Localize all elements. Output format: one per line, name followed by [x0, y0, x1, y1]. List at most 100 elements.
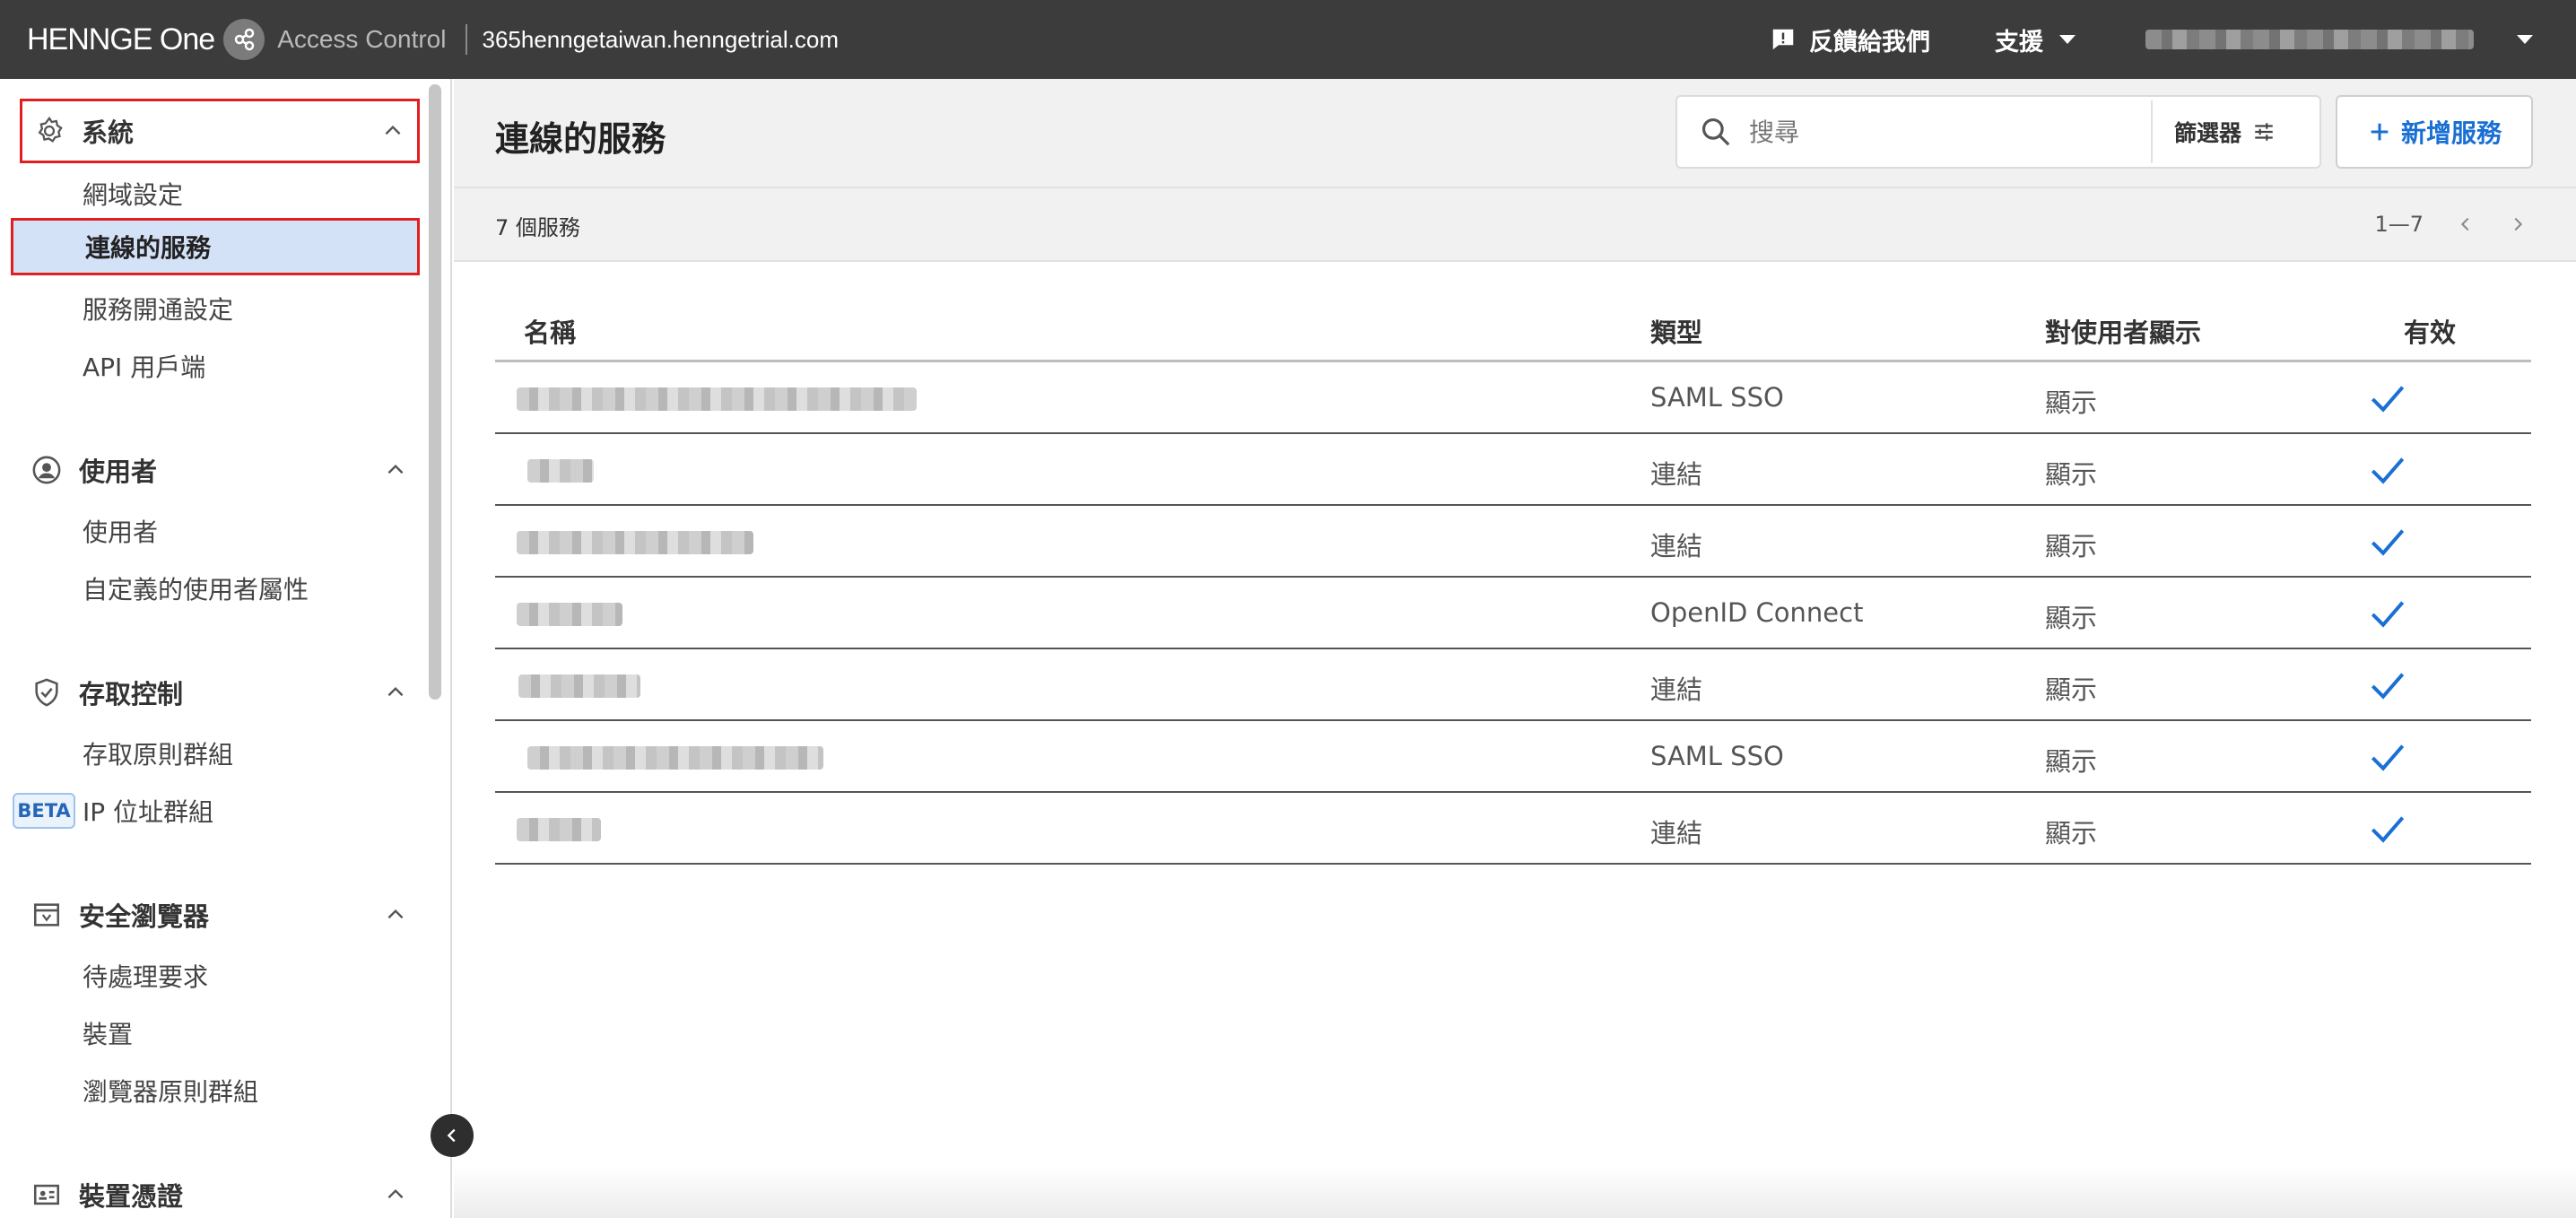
sidebar-group-users[interactable]: 使用者 — [20, 438, 420, 502]
table-row[interactable]: SAML SSO 顯示 — [495, 362, 2531, 434]
user-menu[interactable] — [2145, 30, 2533, 49]
table-row[interactable]: OpenID Connect 顯示 — [495, 578, 2531, 649]
sliders-icon — [2255, 123, 2273, 141]
table-header-row: 名稱 類型 對使用者顯示 有效 — [495, 292, 2531, 362]
service-type: 連結 — [1650, 674, 1703, 705]
service-name-blurred[interactable] — [518, 674, 640, 698]
sidebar-item-provisioning[interactable]: 服務開通設定 — [11, 280, 420, 337]
check-icon — [2371, 816, 2405, 843]
chevron-right-icon — [2514, 217, 2523, 231]
check-icon — [2371, 386, 2405, 413]
brand-logo: HENNGE One — [27, 22, 215, 57]
sidebar-item-devices[interactable]: 裝置 — [11, 1005, 420, 1062]
service-type: 連結 — [1650, 531, 1703, 561]
service-type: SAML SSO — [1650, 741, 1784, 771]
next-page-button[interactable] — [2508, 214, 2528, 234]
sidebar-item-connected-services[interactable]: 連線的服務 — [11, 218, 420, 275]
add-service-label: 新增服務 — [2400, 118, 2502, 148]
service-name-blurred[interactable] — [517, 531, 753, 554]
main-content: 連線的服務 篩選器 新增服務 7 個服務 1—7 — [454, 79, 2576, 1218]
chevron-left-icon — [447, 1128, 456, 1143]
sidebar-group-access-control[interactable]: 存取控制 — [20, 660, 420, 725]
column-header-enabled[interactable]: 有效 — [2404, 312, 2456, 350]
column-header-name[interactable]: 名稱 — [524, 312, 576, 350]
user-name-blurred — [2145, 30, 2474, 49]
support-label: 支援 — [1995, 28, 2043, 57]
plus-icon — [2371, 123, 2389, 141]
table-row[interactable]: 連結 顯示 — [495, 434, 2531, 506]
sidebar-item-pending-requests[interactable]: 待處理要求 — [11, 947, 420, 1005]
sidebar-item-users[interactable]: 使用者 — [11, 502, 420, 560]
sidebar-group-label: 裝置憑證 — [79, 1181, 184, 1212]
check-icon — [2371, 529, 2405, 556]
bottom-shadow — [454, 1166, 2576, 1218]
chevron-down-icon — [2059, 35, 2076, 44]
table-row[interactable]: 連結 顯示 — [495, 793, 2531, 865]
sidebar-item-access-policy-groups[interactable]: 存取原則群組 — [11, 725, 420, 782]
results-bar: 7 個服務 1—7 — [454, 188, 2576, 262]
filter-label: 篩選器 — [2174, 120, 2242, 146]
sidebar-item-domain-settings[interactable]: 網域設定 — [11, 165, 420, 222]
feedback-label: 反饋給我們 — [1809, 28, 1930, 57]
table-row[interactable]: SAML SSO 顯示 — [495, 721, 2531, 793]
service-visibility: 顯示 — [2045, 746, 2098, 777]
page-header: 連線的服務 篩選器 新增服務 — [454, 79, 2576, 188]
top-bar: HENNGE One Access Control 365henngetaiwa… — [0, 0, 2576, 79]
sidebar-scrollbar[interactable] — [429, 84, 441, 700]
browser-window-icon — [30, 899, 63, 931]
brand[interactable]: HENNGE One Access Control 365henngetaiwa… — [27, 16, 839, 63]
table-row[interactable]: 連結 顯示 — [495, 506, 2531, 578]
chevron-up-icon — [387, 909, 404, 919]
prev-page-button[interactable] — [2456, 214, 2476, 234]
service-name-blurred[interactable] — [517, 603, 622, 626]
support-menu[interactable]: 支援 — [1995, 22, 2076, 57]
service-name-blurred[interactable] — [527, 746, 823, 770]
service-count: 7 個服務 — [495, 215, 580, 240]
sidebar-group-label: 系統 — [82, 117, 135, 148]
id-card-icon — [30, 1179, 63, 1211]
page-title: 連線的服務 — [495, 119, 666, 159]
add-service-button[interactable]: 新增服務 — [2336, 95, 2533, 169]
pagination-range: 1—7 — [2374, 212, 2424, 237]
brand-divider — [466, 24, 468, 55]
table-row[interactable]: 連結 顯示 — [495, 649, 2531, 721]
sidebar-group-system[interactable]: 系統 — [20, 99, 420, 163]
service-name-blurred[interactable] — [527, 459, 594, 483]
search-input[interactable] — [1749, 117, 2144, 147]
service-visibility: 顯示 — [2045, 531, 2098, 561]
filter-button[interactable]: 篩選器 — [2174, 116, 2292, 148]
column-header-visibility[interactable]: 對使用者顯示 — [2045, 312, 2201, 350]
sidebar-group-label: 安全瀏覽器 — [79, 901, 210, 932]
feedback-icon — [1772, 29, 1794, 50]
service-type: 連結 — [1650, 818, 1703, 848]
service-type: OpenID Connect — [1650, 597, 1864, 628]
search-divider — [2151, 100, 2153, 163]
service-visibility: 顯示 — [2045, 818, 2098, 848]
pagination: 1—7 — [2374, 204, 2528, 244]
sidebar-item-custom-attributes[interactable]: 自定義的使用者屬性 — [11, 560, 420, 617]
chevron-up-icon — [385, 125, 401, 135]
chevron-up-icon — [387, 1188, 404, 1199]
hennge-logo-icon — [223, 19, 265, 60]
service-visibility: 顯示 — [2045, 603, 2098, 633]
service-visibility: 顯示 — [2045, 387, 2098, 418]
service-type: SAML SSO — [1650, 382, 1784, 413]
service-name-blurred[interactable] — [517, 818, 601, 841]
chevron-left-icon — [2460, 217, 2469, 231]
service-name-blurred[interactable] — [517, 387, 917, 411]
sidebar: 系統 網域設定 連線的服務 服務開通設定 API 用戶端 使用者 使用者 自定義… — [0, 79, 452, 1218]
sidebar-item-api-clients[interactable]: API 用戶端 — [11, 337, 420, 395]
tenant-domain: 365henngetaiwan.henngetrial.com — [482, 25, 839, 53]
sidebar-group-secure-browser[interactable]: 安全瀏覽器 — [20, 883, 420, 947]
shield-check-icon — [30, 676, 63, 709]
feedback-button[interactable]: 反饋給我們 — [1770, 22, 1930, 57]
check-icon — [2371, 457, 2405, 484]
column-header-type[interactable]: 類型 — [1650, 312, 1702, 350]
sidebar-group-label: 使用者 — [79, 457, 158, 487]
sidebar-item-browser-policy-groups[interactable]: 瀏覽器原則群組 — [11, 1062, 420, 1119]
sidebar-item-ip-address-groups[interactable]: IP 位址群組 — [11, 782, 420, 840]
check-icon — [2371, 601, 2405, 628]
chevron-down-icon — [2517, 35, 2533, 44]
sidebar-group-device-certificates[interactable]: 裝置憑證 — [20, 1162, 420, 1218]
collapse-sidebar-button[interactable] — [431, 1114, 474, 1157]
